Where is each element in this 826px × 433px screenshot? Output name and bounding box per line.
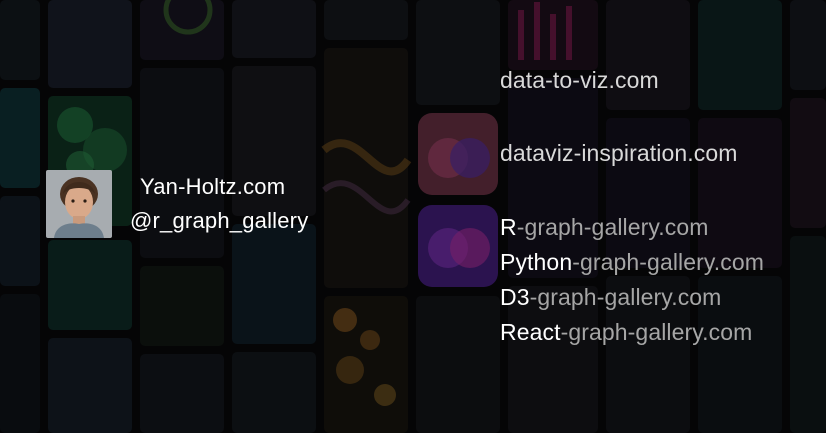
gallery-language: React bbox=[500, 319, 561, 345]
author-avatar bbox=[46, 170, 112, 238]
author-website[interactable]: Yan-Holtz.com bbox=[140, 174, 285, 200]
link-react-graph-gallery[interactable]: React-graph-gallery.com bbox=[500, 319, 752, 346]
author-handle[interactable]: @r_graph_gallery bbox=[130, 208, 308, 234]
gallery-language: D3 bbox=[500, 284, 530, 310]
gallery-language: R bbox=[500, 214, 517, 240]
link-r-graph-gallery[interactable]: R-graph-gallery.com bbox=[500, 214, 709, 241]
gallery-suffix: -graph-gallery.com bbox=[529, 284, 722, 310]
link-dataviz-inspiration[interactable]: dataviz-inspiration.com bbox=[500, 140, 738, 167]
link-data-to-viz[interactable]: data-to-viz.com bbox=[500, 67, 659, 94]
gallery-suffix: -graph-gallery.com bbox=[572, 249, 765, 275]
banner: Yan-Holtz.com @r_graph_gallery data-to-v… bbox=[0, 0, 826, 433]
gallery-suffix: -graph-gallery.com bbox=[516, 214, 709, 240]
gallery-language: Python bbox=[500, 249, 573, 275]
link-d3-graph-gallery[interactable]: D3-graph-gallery.com bbox=[500, 284, 721, 311]
link-python-graph-gallery[interactable]: Python-graph-gallery.com bbox=[500, 249, 764, 276]
gallery-suffix: -graph-gallery.com bbox=[560, 319, 753, 345]
